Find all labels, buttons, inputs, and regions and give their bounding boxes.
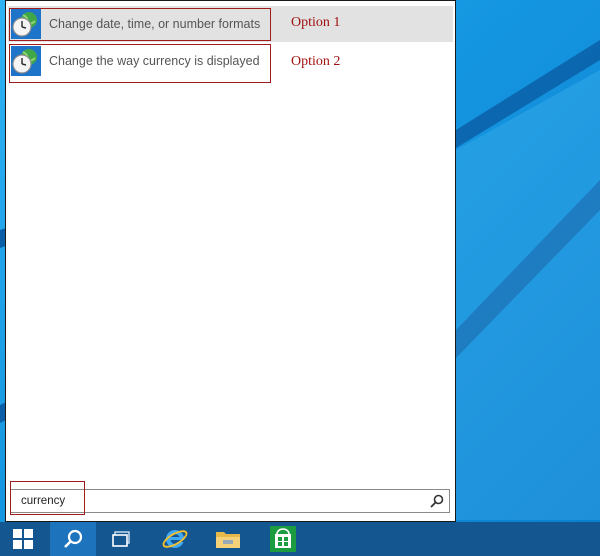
taskbar-search-button[interactable] (50, 522, 96, 556)
search-input[interactable] (21, 493, 401, 509)
store-icon (270, 526, 296, 552)
search-icon (64, 529, 83, 548)
task-view-icon (112, 531, 130, 547)
annotation-option-1: Option 1 (291, 15, 341, 30)
file-explorer-button[interactable] (205, 522, 251, 556)
search-result-label: Change date, time, or number formats (49, 17, 261, 31)
windows-start-icon (13, 529, 33, 549)
search-results-panel: Change date, time, or number formats Cha… (5, 0, 456, 522)
internet-explorer-button[interactable] (152, 522, 198, 556)
internet-explorer-icon (162, 529, 188, 548)
search-box[interactable] (10, 489, 450, 513)
taskbar (0, 522, 600, 556)
search-result-change-currency-display[interactable]: Change the way currency is displayed (8, 43, 453, 79)
clock-globe-icon (11, 46, 41, 76)
search-icon[interactable] (429, 493, 445, 509)
search-result-change-date-time-formats[interactable]: Change date, time, or number formats (8, 6, 453, 42)
file-explorer-icon (216, 532, 240, 548)
search-result-label: Change the way currency is displayed (49, 54, 260, 68)
store-button[interactable] (260, 522, 306, 556)
annotation-option-2: Option 2 (291, 54, 341, 69)
task-view-button[interactable] (98, 522, 144, 556)
clock-globe-icon (11, 9, 41, 39)
start-button[interactable] (0, 522, 46, 556)
